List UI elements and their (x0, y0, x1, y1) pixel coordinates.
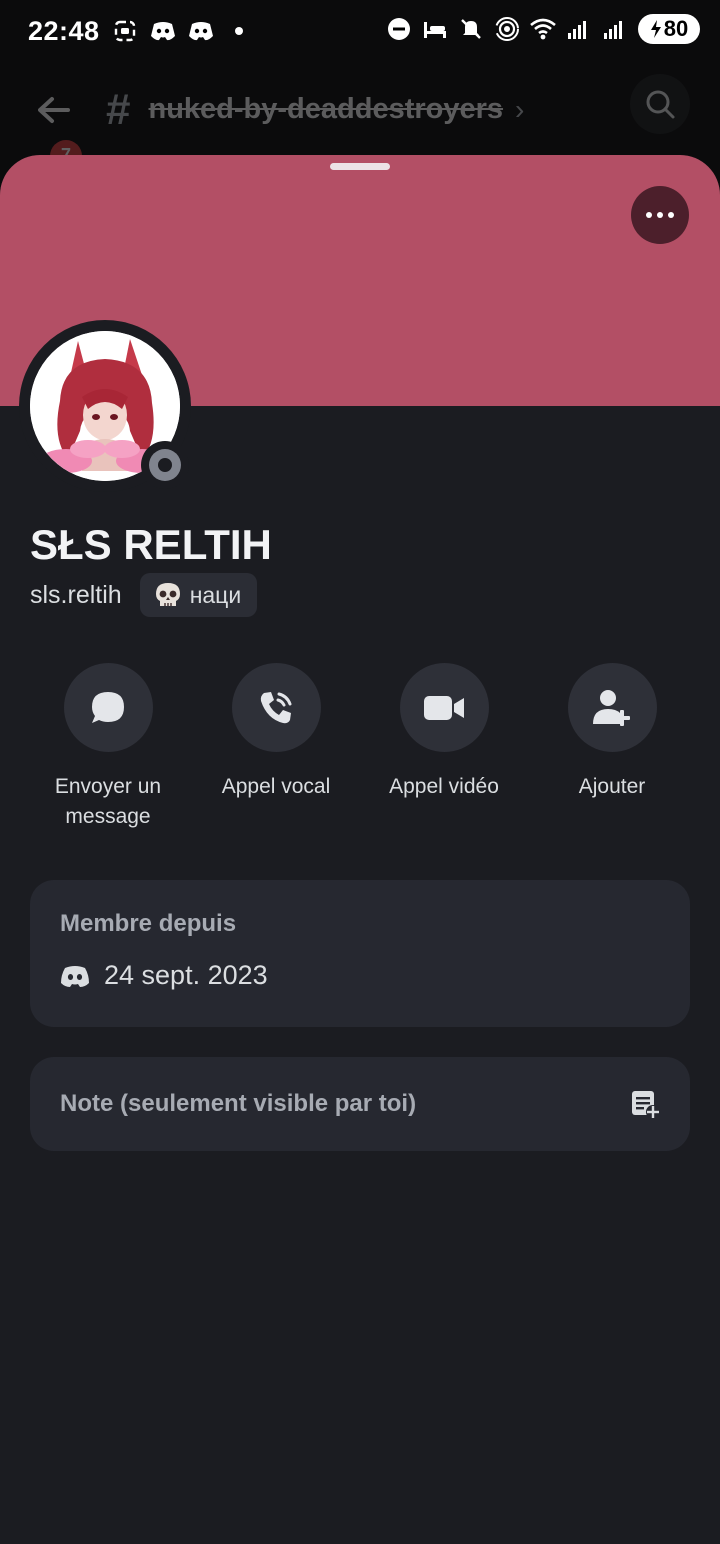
notification-icons (112, 18, 252, 44)
username-row: sls.reltih наци (30, 573, 258, 617)
add-friend-action[interactable]: Ajouter (528, 663, 696, 832)
send-message-label: Envoyer un message (54, 775, 162, 828)
charging-icon (650, 20, 661, 38)
back-button[interactable]: 7 (34, 90, 82, 172)
profile-sheet: SŁS RELTIH sls.reltih наци Envoyer un me… (0, 155, 720, 1544)
display-name: SŁS RELTIH (30, 521, 272, 568)
bedtime-icon (422, 16, 448, 42)
send-message-button[interactable] (63, 663, 153, 752)
wifi-icon (530, 16, 556, 42)
battery-level: 80 (663, 16, 689, 41)
screen: 22:48 80 # nuked-by-deaddestroyers › SŁS… (0, 0, 720, 1544)
more-notifications-dot-icon (226, 18, 252, 44)
channel-header: 7 # nuked-by-deaddestroyers › (0, 62, 720, 172)
add-friend-label: Ajouter (578, 775, 646, 798)
video-call-action[interactable]: Appel vidéo (360, 663, 528, 832)
add-note-icon[interactable] (630, 1089, 660, 1119)
drag-handle[interactable] (330, 163, 390, 170)
chevron-right-icon: › (515, 93, 525, 125)
username: sls.reltih (30, 580, 122, 609)
member-since-date: 24 sept. 2023 (104, 960, 268, 990)
more-dot-icon (657, 212, 663, 218)
member-since-row: 24 sept. 2023 (60, 960, 660, 991)
more-options-button[interactable] (631, 186, 689, 244)
add-friend-icon (593, 689, 630, 726)
member-since-title: Membre depuis (60, 910, 237, 937)
video-icon (424, 695, 464, 720)
search-icon (646, 90, 675, 119)
voice-call-button[interactable] (231, 663, 321, 752)
hotspot-icon (494, 16, 520, 42)
server-tag[interactable]: наци (139, 573, 258, 617)
more-dot-icon (646, 212, 652, 218)
screenshot-icon (112, 18, 138, 44)
status-bar: 22:48 80 (0, 0, 720, 62)
system-icons: 80 (386, 14, 700, 44)
voice-call-action[interactable]: Appel vocal (192, 663, 360, 832)
video-call-label: Appel vidéo (389, 775, 499, 798)
note-card[interactable]: Note (seulement visible par toi) (30, 1057, 690, 1151)
channel-hash-icon: # (106, 84, 131, 134)
signal-roaming-icon (602, 16, 628, 42)
skull-icon (155, 583, 180, 606)
member-since-card: Membre depuis 24 sept. 2023 (30, 880, 690, 1027)
add-friend-button[interactable] (567, 663, 657, 752)
note-placeholder: Note (seulement visible par toi) (60, 1090, 417, 1117)
mute-icon (458, 16, 484, 42)
video-call-button[interactable] (399, 663, 489, 752)
offline-status-icon (141, 441, 189, 489)
discord-notification-icon (150, 18, 176, 44)
status-time: 22:48 (28, 15, 100, 46)
phone-call-icon (260, 691, 292, 723)
discord-logo-icon (61, 965, 89, 987)
channel-name[interactable]: nuked-by-deaddestroyers (148, 93, 503, 126)
discord-notification-icon (188, 18, 214, 44)
more-dot-icon (668, 212, 674, 218)
send-message-action[interactable]: Envoyer un message (24, 663, 192, 832)
server-tag-text: наци (189, 581, 242, 608)
signal-icon (566, 16, 592, 42)
do-not-disturb-icon (386, 16, 412, 42)
search-button[interactable] (630, 74, 690, 134)
profile-actions: Envoyer un message Appel vocal Appel vid… (24, 663, 696, 832)
back-arrow-icon (38, 96, 70, 123)
voice-call-label: Appel vocal (221, 775, 331, 798)
message-icon (92, 691, 124, 723)
battery-indicator: 80 (638, 14, 700, 44)
